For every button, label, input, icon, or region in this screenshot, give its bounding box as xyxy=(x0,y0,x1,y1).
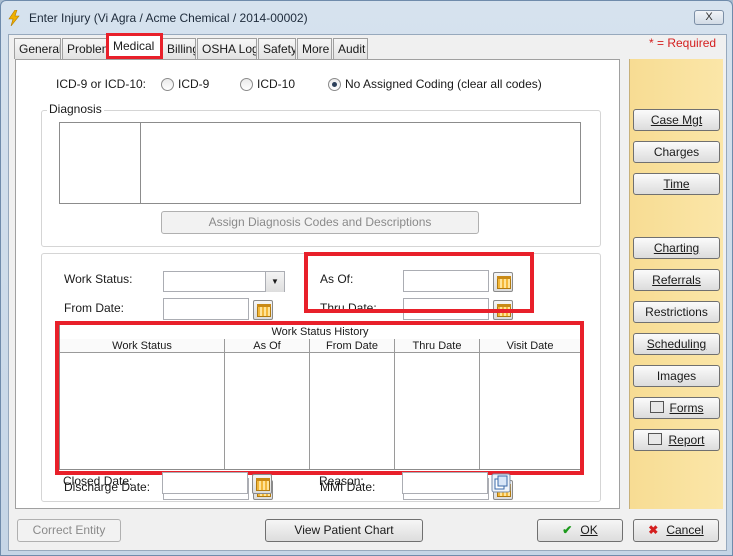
icd9-label: ICD-9 xyxy=(178,77,210,91)
charges-label: Charges xyxy=(653,145,700,159)
medical-tab-highlight xyxy=(106,33,163,59)
icd9-radio[interactable] xyxy=(161,78,174,91)
diagnosis-list[interactable] xyxy=(59,122,581,204)
side-panel: Case Mgt Charges Time Charting Referrals… xyxy=(629,59,723,509)
from-date-label: From Date: xyxy=(64,301,125,315)
no-coding-radio[interactable] xyxy=(328,78,341,91)
printer-icon xyxy=(648,433,663,445)
tab-audit[interactable]: Audit xyxy=(333,38,368,59)
lightning-icon xyxy=(8,10,20,26)
title-bar: Enter Injury (Vi Agra / Acme Chemical / … xyxy=(1,1,732,35)
restrictions-button[interactable]: Restrictions xyxy=(633,301,720,323)
case-mgt-label: Case Mgt xyxy=(650,113,703,127)
time-label: Time xyxy=(663,177,690,191)
report-label: Report xyxy=(668,433,705,447)
history-highlight xyxy=(55,321,584,475)
forms-button[interactable]: Forms xyxy=(633,397,720,419)
enter-injury-window: Enter Injury (Vi Agra / Acme Chemical / … xyxy=(0,0,733,556)
tab-problem[interactable]: Problem xyxy=(62,38,107,59)
time-button[interactable]: Time xyxy=(633,173,720,195)
reason-input[interactable] xyxy=(402,472,488,494)
tab-osha-log[interactable]: OSHA Log xyxy=(197,38,257,59)
checkmark-icon: ✔ xyxy=(562,523,573,537)
restrictions-label: Restrictions xyxy=(645,305,708,319)
closed-date-label: Closed Date: xyxy=(63,474,133,488)
required-note: * = Required xyxy=(649,36,717,50)
referrals-button[interactable]: Referrals xyxy=(633,269,720,291)
medical-tab-page: ICD-9 or ICD-10: ICD-9 ICD-10 No Assigne… xyxy=(15,59,620,509)
close-button[interactable]: X xyxy=(694,10,724,25)
tab-more[interactable]: More xyxy=(297,38,332,59)
close-icon: ✖ xyxy=(648,523,659,537)
icd10-label: ICD-10 xyxy=(257,77,296,91)
images-button[interactable]: Images xyxy=(633,365,720,387)
dialog-body: General Problem Medical Billing OSHA Log… xyxy=(8,33,727,551)
correct-entity-button[interactable]: Correct Entity xyxy=(17,519,121,542)
scheduling-button[interactable]: Scheduling xyxy=(633,333,720,355)
cancel-button[interactable]: ✖ Cancel xyxy=(633,519,719,542)
cancel-label: Cancel xyxy=(666,523,704,537)
calendar-icon[interactable] xyxy=(253,300,273,320)
tab-billing[interactable]: Billing xyxy=(162,38,196,59)
work-status-label: Work Status: xyxy=(64,272,133,286)
ok-button[interactable]: ✔ OK xyxy=(537,519,623,542)
work-status-dropdown[interactable]: ▼ xyxy=(163,271,285,292)
icd10-radio[interactable] xyxy=(240,78,253,91)
ok-label: OK xyxy=(580,523,598,537)
referrals-label: Referrals xyxy=(652,273,701,287)
printer-icon xyxy=(649,401,664,413)
charges-button[interactable]: Charges xyxy=(633,141,720,163)
view-patient-chart-button[interactable]: View Patient Chart xyxy=(265,519,423,542)
charting-button[interactable]: Charting xyxy=(633,237,720,259)
window-title: Enter Injury (Vi Agra / Acme Chemical / … xyxy=(29,11,308,25)
calendar-icon[interactable] xyxy=(252,474,272,494)
forms-label: Forms xyxy=(669,401,704,415)
report-button[interactable]: Report xyxy=(633,429,720,451)
chevron-down-icon[interactable]: ▼ xyxy=(265,272,284,292)
diagnosis-column-divider xyxy=(140,123,141,203)
diagnosis-legend: Diagnosis xyxy=(47,102,104,116)
coding-label: ICD-9 or ICD-10: xyxy=(56,77,147,91)
scheduling-label: Scheduling xyxy=(646,337,707,351)
from-date-input[interactable] xyxy=(163,298,249,320)
as-of-thru-highlight xyxy=(304,252,534,313)
case-mgt-button[interactable]: Case Mgt xyxy=(633,109,720,131)
reason-label: Reason: xyxy=(319,474,364,488)
images-label: Images xyxy=(656,369,697,383)
assign-diagnosis-button[interactable]: Assign Diagnosis Codes and Descriptions xyxy=(161,211,479,234)
charting-label: Charting xyxy=(653,241,700,255)
closed-date-input[interactable] xyxy=(162,472,248,494)
tab-safety[interactable]: Safety xyxy=(258,38,296,59)
no-coding-label: No Assigned Coding (clear all codes) xyxy=(345,77,542,91)
lookup-icon[interactable] xyxy=(491,473,511,493)
tab-general[interactable]: General xyxy=(14,38,61,59)
